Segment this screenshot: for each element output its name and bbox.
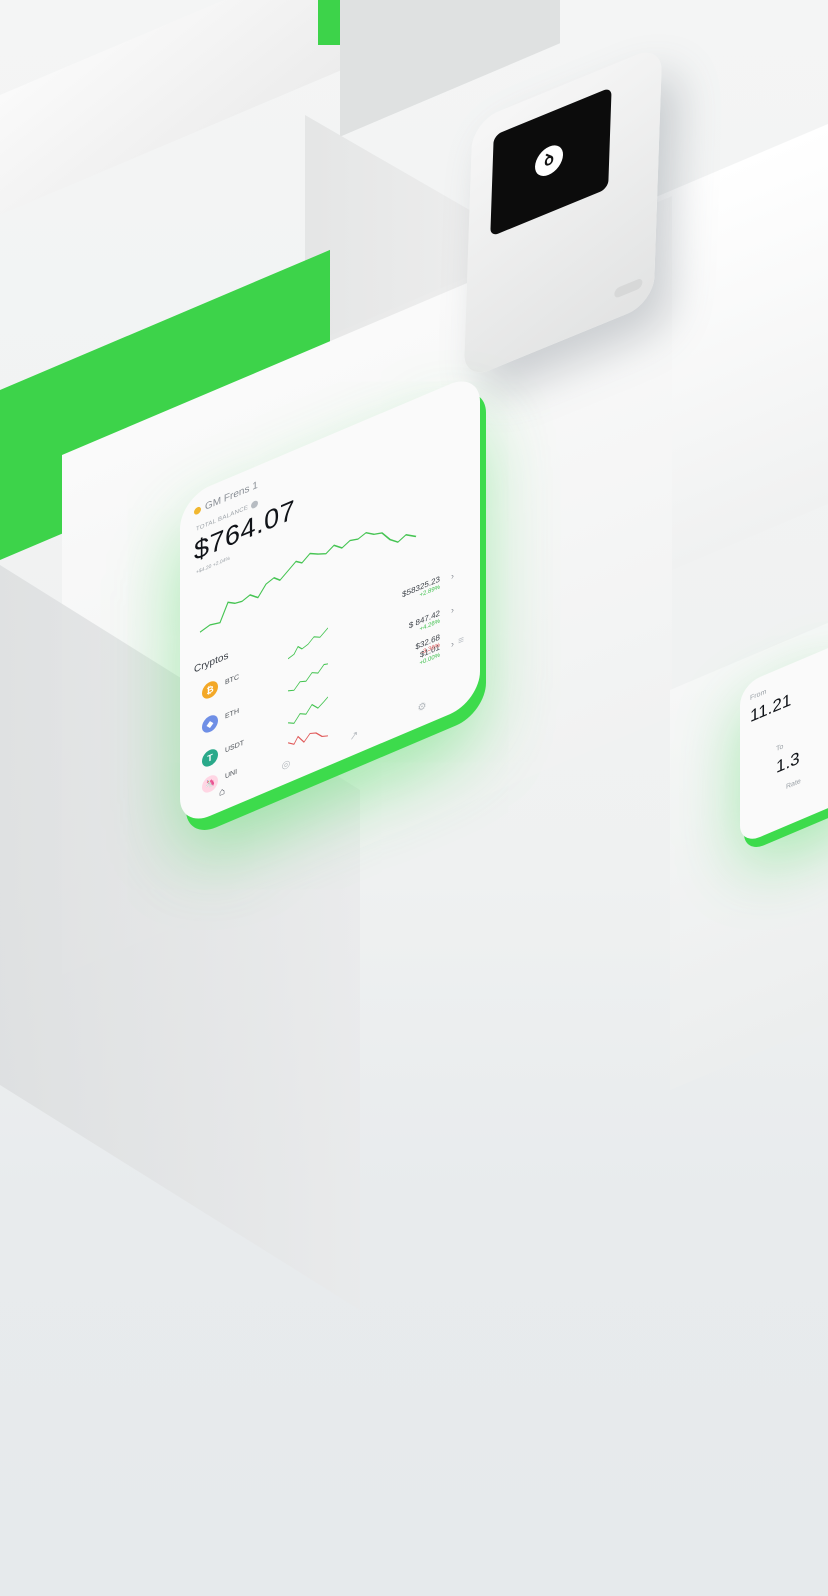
account-dot-icon (194, 505, 201, 516)
usdt-icon: T (202, 746, 218, 770)
to-label: To (776, 743, 784, 754)
cryptos-section-title: Cryptos (194, 650, 229, 676)
usb-port (614, 277, 643, 300)
to-amount[interactable]: 1.3 (776, 748, 800, 778)
marketing-scene: ꝺ GM Frens 1 TOTAL BALANCE $764.07 +$4.2… (0, 0, 828, 1596)
info-icon[interactable] (251, 499, 259, 510)
settings-icon[interactable]: ⚙ (416, 699, 428, 716)
coin-name: BTC (225, 673, 239, 687)
home-icon[interactable]: ⌂ (216, 784, 228, 801)
chevron-right-icon: › (451, 604, 454, 616)
chevron-right-icon: › (451, 570, 454, 582)
btc-sparkline (288, 627, 328, 660)
chart-icon[interactable]: ↗ (348, 728, 360, 745)
coin-name: USDT (225, 739, 245, 755)
green-accent-strip (318, 0, 340, 45)
eth-icon: ◆ (202, 712, 218, 736)
coin-icon[interactable]: ◎ (280, 757, 292, 774)
btc-icon: ₿ (202, 678, 218, 702)
coin-name: ETH (225, 707, 239, 721)
wallet-screen: ꝺ (490, 86, 612, 237)
chevron-right-icon: › (451, 638, 454, 650)
rate-label: Rate (786, 777, 801, 791)
wallet-logo-icon: ꝺ (534, 140, 564, 181)
